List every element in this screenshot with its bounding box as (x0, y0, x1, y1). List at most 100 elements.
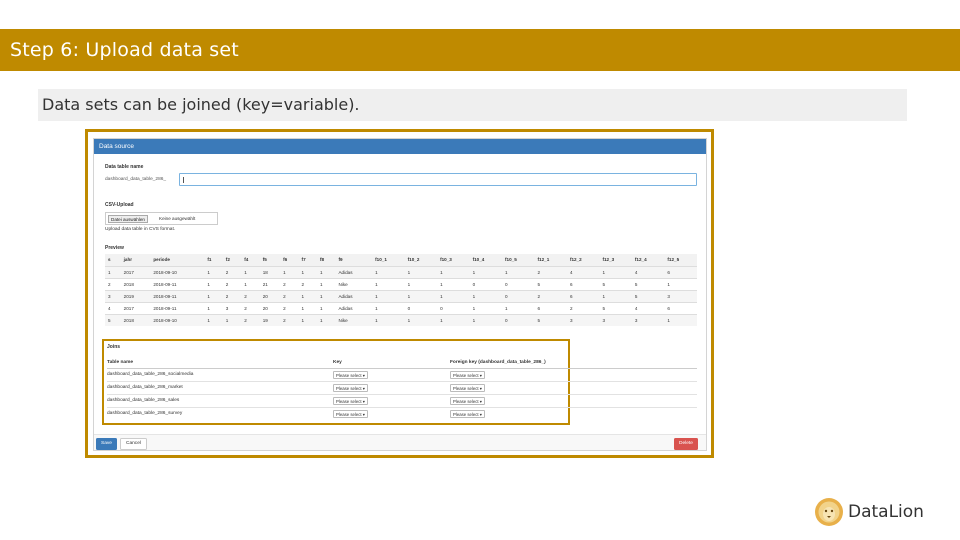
preview-cell: 1 (298, 301, 318, 314)
preview-cell: 1 (204, 313, 223, 326)
preview-cell: 1 (298, 289, 318, 302)
preview-cell: 2 (105, 277, 121, 290)
save-button[interactable]: Save (96, 438, 117, 450)
preview-cell: 3 (631, 313, 665, 326)
join-foreign-cell: Please select ▾ (450, 367, 697, 381)
text-caret (183, 177, 184, 183)
preview-cell: 18 (259, 265, 281, 278)
preview-cell: 1 (372, 265, 405, 278)
preview-cell: 2 (280, 301, 299, 314)
preview-cell: 1 (404, 289, 438, 302)
preview-cell: 2 (534, 265, 567, 278)
preview-cell: 5 (534, 277, 567, 290)
preview-col-header: f12_1 (534, 254, 567, 267)
preview-cell: 1 (469, 313, 503, 326)
preview-cell: 1 (502, 301, 535, 314)
delete-button[interactable]: Delete (674, 438, 698, 450)
preview-cell: 1 (317, 277, 336, 290)
preview-col-header: f12_4 (631, 254, 665, 267)
preview-cell: 2 (241, 301, 260, 314)
preview-cell: 0 (502, 313, 535, 326)
preview-cell: 1 (404, 265, 438, 278)
preview-row: 3 2019 2018-09-11 1 2 2 20 2 1 1 Adidas 1 1 1 1 0 2 6 1 5 3 (105, 289, 697, 302)
join-foreign-cell: Please select ▾ (450, 406, 697, 420)
select-value: Please select (336, 398, 362, 404)
preview-col-header: f9 (335, 254, 373, 267)
logo-text: DataLion (848, 502, 924, 522)
preview-cell: 20 (259, 301, 281, 314)
preview-cell: 4 (105, 301, 121, 314)
preview-cell: 1 (317, 301, 336, 314)
preview-row: 5 2018 2018-09-10 1 1 2 19 2 1 1 Nike 1 1 1 1 0 5 3 3 3 1 (105, 313, 697, 326)
preview-cell: 2019 (120, 289, 151, 302)
preview-cell: 6 (566, 277, 600, 290)
join-foreign-select[interactable]: Please select ▾ (450, 370, 485, 379)
preview-cell: 1 (437, 289, 470, 302)
preview-col-header: f5 (259, 254, 281, 267)
preview-cell: 1 (298, 313, 318, 326)
data-source-panel: Data source Data table name dashboard_da… (93, 138, 707, 451)
preview-row: 1 2017 2018-09-10 1 2 1 18 1 1 1 Adidas 1 1 1 1 1 2 4 1 4 6 (105, 265, 697, 278)
datalion-logo: DataLion (814, 496, 934, 530)
preview-cell: 4 (631, 265, 665, 278)
preview-col-header: f4 (241, 254, 260, 267)
preview-col-header: f10_1 (372, 254, 405, 267)
preview-cell: 6 (534, 301, 567, 314)
choose-file-button[interactable]: Datei auswählen (108, 215, 148, 223)
table-name-prefix: dashboard_data_table_286_ (105, 177, 167, 182)
cancel-button[interactable]: Cancel (120, 438, 147, 450)
preview-cell: 2018-09-10 (150, 313, 205, 326)
preview-col-header: f1 (204, 254, 223, 267)
preview-cell: Adidas (335, 265, 373, 278)
preview-cell: 4 (566, 265, 600, 278)
join-key-select[interactable]: Please select ▾ (333, 396, 368, 405)
join-key-cell: Please select ▾ (333, 367, 450, 381)
preview-col-header: f7 (298, 254, 318, 267)
preview-row: 2 2018 2018-09-11 1 2 1 21 2 2 1 Nike 1 1 1 0 0 5 6 5 5 1 (105, 277, 697, 290)
preview-col-header: f10_4 (469, 254, 503, 267)
preview-cell: 1 (664, 277, 697, 290)
preview-cell: 5 (631, 277, 665, 290)
join-key-select[interactable]: Please select ▾ (333, 383, 368, 392)
preview-col-header: f2 (222, 254, 242, 267)
slide-subtitle: Data sets can be joined (key=variable). (42, 95, 360, 114)
subtitle-box: Data sets can be joined (key=variable). (38, 89, 907, 121)
select-value: Please select (453, 411, 479, 417)
preview-cell: Nike (335, 277, 373, 290)
title-bar: Step 6: Upload data set (0, 29, 960, 71)
table-name-group: Data table name dashboard_data_table_286… (105, 164, 701, 186)
preview-cell: 1 (280, 265, 299, 278)
preview-cell: 1 (105, 265, 121, 278)
table-name-input[interactable] (179, 173, 697, 186)
preview-cell: 1 (204, 277, 223, 290)
preview-cell: Adidas (335, 301, 373, 314)
preview-cell: 1 (599, 289, 632, 302)
join-key-select[interactable]: Please select ▾ (333, 409, 368, 418)
file-status: Keine ausgewählt (159, 216, 196, 221)
joins-label: Joins (107, 344, 121, 350)
preview-cell: 1 (372, 277, 405, 290)
join-row: dashboard_data_table_286_sales Please sel… (107, 393, 697, 407)
joins-col-table: Table name (107, 357, 333, 369)
join-foreign-select[interactable]: Please select ▾ (450, 383, 485, 392)
lion-icon (815, 498, 843, 526)
join-foreign-select[interactable]: Please select ▾ (450, 409, 485, 418)
select-value: Please select (336, 411, 362, 417)
preview-cell: 2 (280, 277, 299, 290)
preview-header-row: s jahr periode f1 f2 f4 f5 f6 f7 f8 f9 f10_1 f10_2 f1… (105, 254, 697, 267)
preview-cell: 5 (631, 289, 665, 302)
preview-cell: 2017 (120, 301, 151, 314)
join-key-select[interactable]: Please select ▾ (333, 370, 368, 379)
csv-upload-label: CSV-Upload (105, 202, 134, 208)
preview-cell: 0 (502, 289, 535, 302)
preview-cell: 20 (259, 289, 281, 302)
preview-cell: 2 (222, 277, 242, 290)
chevron-down-icon: ▾ (361, 372, 365, 378)
preview-row: 4 2017 2018-09-11 1 3 2 20 2 1 1 Adidas 1 0 0 1 1 6 2 5 4 6 (105, 301, 697, 314)
join-row: dashboard_data_table_286_market Please se… (107, 380, 697, 394)
preview-cell: 3 (105, 289, 121, 302)
file-input[interactable]: Datei auswählen Keine ausgewählt (105, 212, 218, 225)
preview-col-header: f8 (317, 254, 336, 267)
preview-cell: 1 (469, 265, 503, 278)
join-foreign-select[interactable]: Please select ▾ (450, 396, 485, 405)
